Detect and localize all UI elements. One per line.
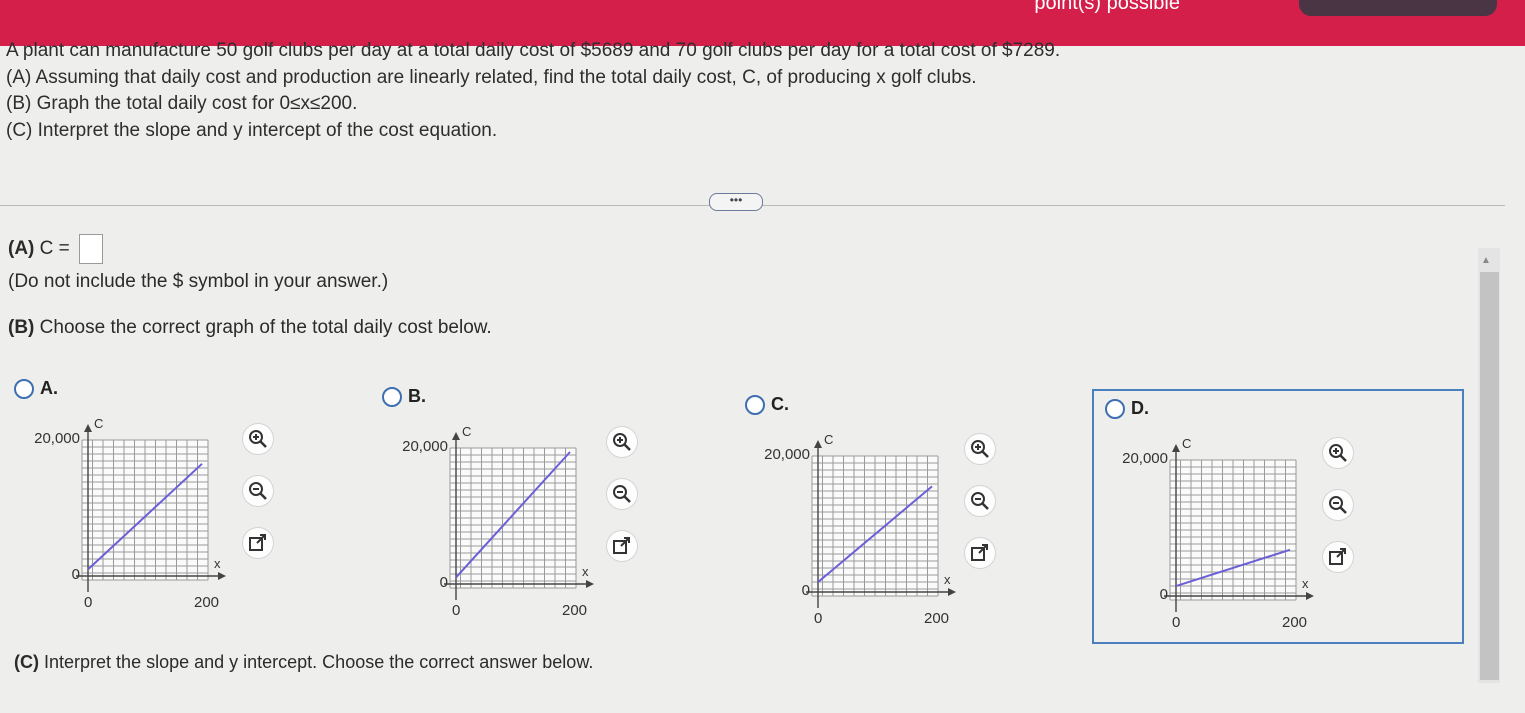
x-zero-tick-label: 0 xyxy=(452,602,461,619)
zoom-out-icon[interactable] xyxy=(1322,489,1354,521)
option-a-graph xyxy=(76,424,226,592)
y-axis-arrow-icon xyxy=(814,440,822,448)
part-a-text: C = xyxy=(39,238,70,260)
y-axis-label: C xyxy=(824,432,834,447)
problem-line-2: (A) Assuming that daily cost and product… xyxy=(6,66,977,88)
option-b-radio-group[interactable]: B. xyxy=(382,386,426,407)
y-axis-arrow-icon xyxy=(84,424,92,432)
x-zero-tick-label: 0 xyxy=(84,594,93,611)
option-b-label: B. xyxy=(408,386,426,406)
answer-note: (Do not include the $ symbol in your ans… xyxy=(8,271,389,292)
option-c-label: C. xyxy=(771,394,789,414)
part-a: (A) C = xyxy=(8,234,104,264)
option-c-graph xyxy=(806,440,956,608)
zoom-in-icon[interactable] xyxy=(964,433,996,465)
zoom-out-icon[interactable] xyxy=(964,485,996,517)
y-axis-label: C xyxy=(462,424,472,439)
header-button[interactable] xyxy=(1299,0,1497,16)
zoom-in-icon[interactable] xyxy=(1322,437,1354,469)
option-a-label: A. xyxy=(40,378,58,398)
x-axis-label: x xyxy=(214,556,221,571)
option-d-graph xyxy=(1164,444,1314,612)
zoom-in-icon[interactable] xyxy=(242,423,274,455)
x-axis-label: x xyxy=(944,572,951,587)
y-max-tick-label: 20,000 xyxy=(1122,450,1168,467)
x-max-tick-label: 200 xyxy=(194,594,220,611)
zoom-out-icon[interactable] xyxy=(242,475,274,507)
open-new-window-icon[interactable] xyxy=(964,537,996,569)
part-c-text: Interpret the slope and y intercept. Cho… xyxy=(44,652,594,672)
zoom-in-icon[interactable] xyxy=(606,426,638,458)
x-max-tick-label: 200 xyxy=(562,602,588,619)
y-axis-arrow-icon xyxy=(452,432,460,440)
x-axis-arrow-icon xyxy=(586,580,594,588)
y-axis-label: C xyxy=(1182,436,1192,451)
zoom-out-icon[interactable] xyxy=(606,478,638,510)
option-c-radio-group[interactable]: C. xyxy=(745,394,789,415)
scrollbar-thumb[interactable] xyxy=(1480,272,1499,680)
part-b-label: (B) xyxy=(8,317,35,338)
y-axis-label: C xyxy=(94,416,104,431)
y-axis-arrow-icon xyxy=(1172,444,1180,452)
part-a-label: (A) xyxy=(8,238,35,260)
y-zero-tick-label: 0 xyxy=(71,566,80,583)
x-axis-arrow-icon xyxy=(948,588,956,596)
option-b-graph xyxy=(444,432,594,600)
open-new-window-icon[interactable] xyxy=(1322,541,1354,573)
option-d-label: D. xyxy=(1131,398,1149,418)
part-c-label: (C) xyxy=(14,652,39,672)
y-max-tick-label: 20,000 xyxy=(402,438,448,455)
x-max-tick-label: 200 xyxy=(1282,614,1308,631)
answer-input-box[interactable] xyxy=(79,234,104,264)
y-zero-tick-label: 0 xyxy=(439,574,448,591)
scroll-up-arrow-icon[interactable]: ▲ xyxy=(1481,255,1491,266)
radio-button-a[interactable] xyxy=(14,378,34,399)
part-c: (C) Interpret the slope and y intercept.… xyxy=(14,652,593,673)
points-possible-text: point(s) possible xyxy=(1034,0,1180,14)
y-zero-tick-label: 0 xyxy=(801,582,810,599)
option-d-radio-group[interactable]: D. xyxy=(1105,398,1149,419)
option-a-radio-group[interactable]: A. xyxy=(14,378,58,399)
y-max-tick-label: 20,000 xyxy=(34,430,80,447)
x-axis-label: x xyxy=(1302,576,1309,591)
radio-button-c[interactable] xyxy=(745,394,765,415)
radio-button-b[interactable] xyxy=(382,386,402,407)
problem-line-4: (C) Interpret the slope and y intercept … xyxy=(6,119,498,141)
y-max-tick-label: 20,000 xyxy=(764,446,810,463)
more-options-button[interactable]: ••• xyxy=(709,193,763,211)
x-axis-arrow-icon xyxy=(218,572,226,580)
open-new-window-icon[interactable] xyxy=(606,530,638,562)
problem-line-3: (B) Graph the total daily cost for 0≤x≤2… xyxy=(6,93,358,114)
part-b: (B) Choose the correct graph of the tota… xyxy=(8,317,492,339)
problem-statement: A plant can manufacture 50 golf clubs pe… xyxy=(6,38,1060,144)
problem-line-1: A plant can manufacture 50 golf clubs pe… xyxy=(6,40,1061,61)
open-new-window-icon[interactable] xyxy=(242,527,274,559)
part-b-text: Choose the correct graph of the total da… xyxy=(39,317,492,338)
radio-button-d[interactable] xyxy=(1105,398,1125,419)
y-zero-tick-label: 0 xyxy=(1159,586,1168,603)
x-zero-tick-label: 0 xyxy=(1172,614,1181,631)
x-max-tick-label: 200 xyxy=(924,610,950,627)
x-axis-label: x xyxy=(582,564,589,579)
x-zero-tick-label: 0 xyxy=(814,610,823,627)
x-axis-arrow-icon xyxy=(1306,592,1314,600)
